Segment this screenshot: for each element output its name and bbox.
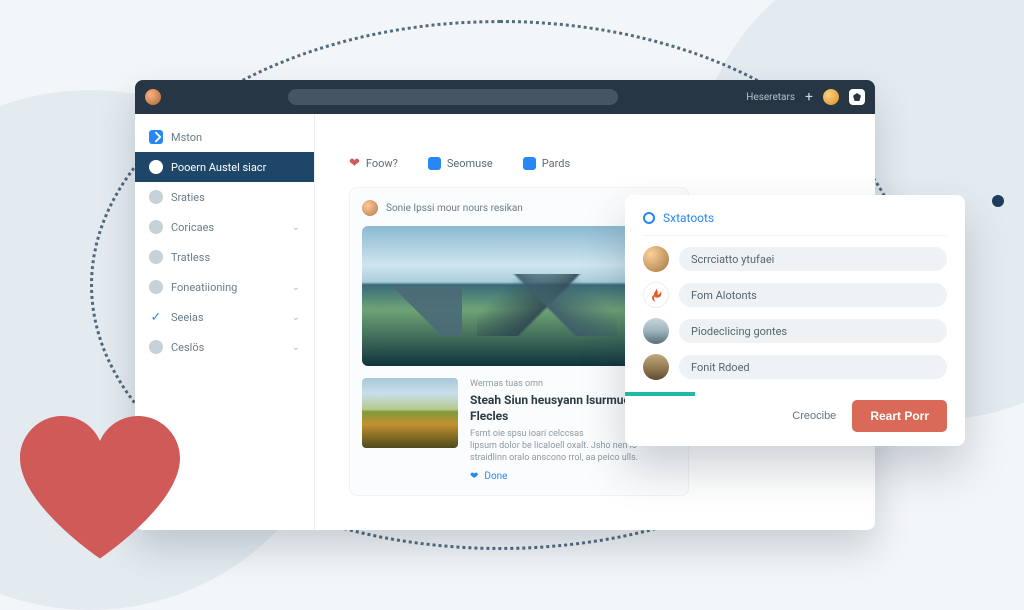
sidebar-item-label: Mston [171,131,202,144]
tab-label: Seomuse [447,157,493,170]
square-icon [428,157,441,170]
tab-foow[interactable]: ❤ Foow? [349,156,398,171]
modal-title-text: Sxtatoots [663,211,714,225]
heart-icon [20,416,180,566]
sidebar-item-tratless[interactable]: Tratless [135,242,314,272]
sidebar-item-pooern[interactable]: Pooern Austel siacr [135,152,314,182]
list-icon [149,130,163,144]
square-icon [523,157,536,170]
chevron-down-icon: ⌄ [292,342,300,353]
radio-icon [643,212,655,224]
post-thumbnail[interactable] [362,378,458,448]
suggestion-modal: Sxtatoots Scrrciatto ytufaei Fom Alotont… [625,195,965,446]
sidebar-item-label: Pooern Austel siacr [171,161,266,174]
sidebar-item-label: Sraties [171,191,205,204]
orbit-dot [992,195,1004,207]
sidebar-item-coricaes[interactable]: Coricaes ⌄ [135,212,314,242]
dot-icon [149,220,163,234]
dot-icon [149,190,163,204]
item-label: Scrrciatto ytufaei [679,247,947,271]
titlebar-label: Heseretars [746,92,795,103]
flame-icon [643,282,669,308]
sidebar-item-foneatiioning[interactable]: Foneatiioning ⌄ [135,272,314,302]
modal-title: Sxtatoots [643,211,947,236]
item-label: Fom Alotonts [679,283,947,307]
chevron-down-icon: ⌄ [292,282,300,293]
dot-icon [149,250,163,264]
sidebar-item-seeias[interactable]: ✓ Seeias ⌄ [135,302,314,332]
sidebar-item-sraties[interactable]: Sraties [135,182,314,212]
chevron-down-icon: ⌄ [292,222,300,233]
secondary-button[interactable]: Creocibe [790,404,838,428]
sidebar-item-label: Seeias [171,311,204,324]
item-label: Fonit Rdoed [679,355,947,379]
author-avatar[interactable] [362,200,378,216]
sidebar-item-mston[interactable]: Mston [135,122,314,152]
modal-item[interactable]: Fonit Rdoed [643,354,947,380]
tab-seomuse[interactable]: Seomuse [428,157,493,170]
item-avatar [643,318,669,344]
dot-icon [149,160,163,174]
modal-list: Scrrciatto ytufaei Fom Alotonts Piodecli… [643,236,947,380]
tab-label: Foow? [366,157,398,170]
dot-icon [149,340,163,354]
item-avatar [643,354,669,380]
search-input[interactable] [288,89,618,105]
sidebar-item-label: Ceslös [171,341,204,354]
heart-icon: ❤ [349,156,360,171]
item-label: Piodeclicing gontes [679,319,947,343]
titlebar: Heseretars + [135,80,875,114]
chevron-down-icon: ⌄ [292,312,300,323]
check-icon: ✓ [149,310,163,324]
sidebar-item-label: Foneatiioning [171,281,237,294]
modal-item[interactable]: Fom Alotonts [643,282,947,308]
tab-label: Pards [542,157,570,170]
sidebar-item-label: Coricaes [171,221,214,234]
primary-button[interactable]: Reart Porr [852,400,947,432]
tabs: ❤ Foow? Seomuse Pards [349,156,851,171]
post-meta-action[interactable]: Done [484,470,507,484]
add-button[interactable]: + [805,89,813,105]
item-avatar [643,246,669,272]
notification-badge-icon[interactable] [823,89,839,105]
like-icon[interactable]: ❤ [470,470,478,484]
dot-icon [149,280,163,294]
sidebar-item-ceslos[interactable]: Ceslös ⌄ [135,332,314,362]
post-byline: Sonie Ipssi mour nours resikan [386,203,523,214]
tab-pards[interactable]: Pards [523,157,570,170]
progress-bar [625,392,695,396]
user-avatar[interactable] [145,89,161,105]
apps-icon[interactable] [849,89,865,105]
sidebar-item-label: Tratless [171,251,210,264]
modal-item[interactable]: Piodeclicing gontes [643,318,947,344]
modal-item[interactable]: Scrrciatto ytufaei [643,246,947,272]
